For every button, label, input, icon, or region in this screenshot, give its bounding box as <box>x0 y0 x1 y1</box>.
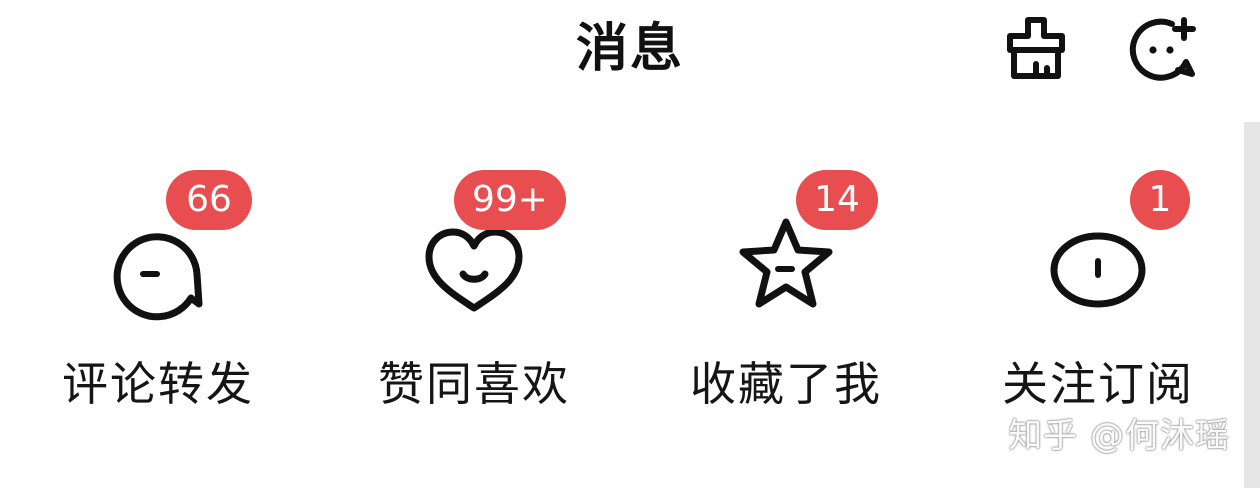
scrollbar[interactable] <box>1244 122 1260 488</box>
unread-badge: 14 <box>796 170 878 230</box>
tile-label: 赞同喜欢 <box>378 357 570 411</box>
unread-badge: 66 <box>166 170 252 230</box>
tile-likes[interactable]: 99+ 赞同喜欢 <box>324 168 624 428</box>
unread-badge: 1 <box>1130 170 1190 230</box>
tile-label: 评论转发 <box>62 357 254 411</box>
new-chat-button[interactable] <box>1126 12 1198 84</box>
watermark: 知乎 @何沐瑶 <box>1008 416 1230 456</box>
follow-oval-icon <box>1043 212 1153 322</box>
tile-following[interactable]: 1 关注订阅 <box>948 168 1248 428</box>
tile-comments[interactable]: 66 评论转发 <box>8 168 308 428</box>
tile-label: 关注订阅 <box>1002 357 1194 411</box>
broom-clean-icon <box>1007 17 1065 79</box>
clear-unread-button[interactable] <box>1000 12 1072 84</box>
tile-label: 收藏了我 <box>690 357 882 411</box>
unread-badge: 99+ <box>454 170 566 230</box>
chat-add-icon <box>1129 17 1196 81</box>
tile-collections[interactable]: 14 收藏了我 <box>636 168 936 428</box>
